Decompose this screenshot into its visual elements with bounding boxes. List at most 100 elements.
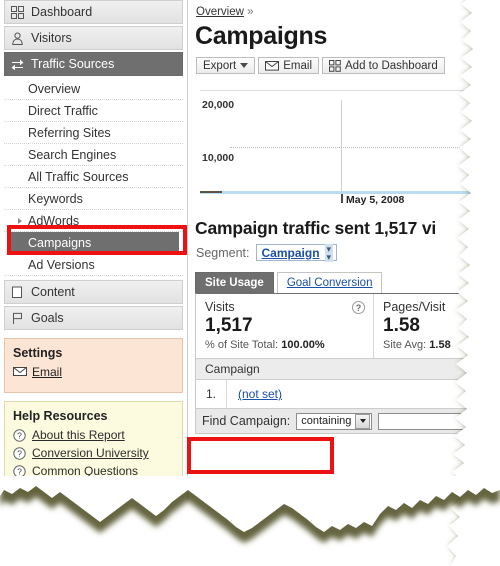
report-table-section: Site Usage Goal Conversion Visits 1,517 … [195,272,500,434]
arrows-icon [11,58,24,71]
report-tabs: Site Usage Goal Conversion [195,272,500,293]
chart-xtick-mark [341,194,343,203]
chart-axis-stub [200,191,222,193]
sidebar-item-content[interactable]: Content [4,280,183,304]
breadcrumb-link-overview[interactable]: Overview [196,6,244,18]
sidebar-item-referring-sites[interactable]: Referring Sites [4,122,183,144]
sidebar-item-ad-versions[interactable]: Ad Versions [4,254,183,276]
add-to-dashboard-button-label: Add to Dashboard [345,59,438,72]
metric-subtext-prefix: Site Avg: [383,339,430,351]
table-row-campaign: (not set) [227,387,282,401]
metric-value: 1,517 [205,315,253,336]
help-row-about-this-report[interactable]: ? About this Report [13,428,174,442]
help-row-common-questions[interactable]: ? Common Questions [13,464,174,478]
question-icon[interactable]: ? [352,301,365,314]
breadcrumb-separator: » [247,6,254,18]
sidebar-item-label: Content [31,285,75,299]
sidebar-subitem-label: Ad Versions [28,257,95,272]
page-icon [11,286,24,299]
sidebar-subitem-label: All Traffic Sources [28,169,129,184]
segment-selector-value: Campaign [261,245,320,260]
find-match-mode-select[interactable]: containing [296,412,373,430]
sidebar-item-goals[interactable]: Goals [4,306,183,330]
tab-goal-conversion[interactable]: Goal Conversion [276,272,383,293]
find-campaign-label: Find Campaign: [202,414,291,428]
settings-email-link[interactable]: Email [32,365,62,379]
help-link-conversion-university[interactable]: Conversion University [32,446,149,460]
tab-label: Goal Conversion [286,277,373,289]
sidebar-item-keywords[interactable]: Keywords [4,188,183,210]
sidebar-subitem-label: Overview [28,81,81,96]
report-toolbar: Export Email Add to Dashboard [196,57,500,74]
sidebar-item-all-traffic-sources[interactable]: All Traffic Sources [4,166,183,188]
campaign-link[interactable]: (not set) [238,387,282,401]
sidebar-item-label: Dashboard [31,5,93,19]
analytics-report-page: Dashboard Visitors Traffic Sources Overv… [0,0,500,566]
sidebar-item-visitors[interactable]: Visitors [4,26,183,50]
help-panel-title: Help Resources [13,409,108,423]
person-icon [11,32,24,45]
metric-subtext: % of Site Total: 100.00% [205,339,365,351]
metric-visits: Visits 1,517 % of Site Total: 100.00% ? [196,294,374,358]
sidebar-item-search-engines[interactable]: Search Engines [4,144,183,166]
sidebar-item-traffic-sources[interactable]: Traffic Sources [4,52,183,76]
chart-ytick-label: 20,000 [202,99,235,111]
svg-text:?: ? [17,448,22,458]
breadcrumb: Overview » [189,0,500,18]
sidebar-item-overview[interactable]: Overview [4,78,183,100]
visits-timeline-chart[interactable]: 20,000 10,000 May 5, 2008 [189,90,500,208]
chart-gridline [230,147,500,148]
sidebar-item-dashboard[interactable]: Dashboard [4,0,183,24]
table-column-header-label: Campaign [205,362,260,376]
sidebar-item-label: Traffic Sources [31,57,115,71]
question-icon: ? [13,446,26,460]
help-link-common-questions[interactable]: Common Questions [32,464,138,478]
question-glyph: ? [355,302,362,313]
metric-subtext-prefix: % of Site Total: [205,339,282,351]
help-link-about-this-report[interactable]: About this Report [32,428,125,442]
metric-subtext-value: 1.58 [429,339,451,351]
chart-ytick-label: 10,000 [202,152,235,164]
sidebar-bottom-nav: Content Goals [0,280,187,330]
table-column-header[interactable]: Campaign [196,358,499,380]
svg-text:?: ? [17,466,22,476]
metric-subtext-value: 100.00% [281,339,325,351]
export-button[interactable]: Export [196,57,256,74]
chevron-down-icon: ▾ ▾ [324,243,334,262]
add-to-dashboard-button[interactable]: Add to Dashboard [322,57,445,74]
grid-icon [11,5,24,19]
export-button-label: Export [203,59,237,72]
sidebar-item-label: Goals [31,311,64,325]
tab-label: Site Usage [205,277,264,289]
table-row-index: 1. [196,380,227,408]
flag-icon [11,312,24,325]
envelope-icon [265,60,280,71]
settings-email-row[interactable]: Email [13,365,174,379]
table-row-highlight [187,437,334,474]
question-icon: ? [13,464,26,478]
find-campaign-input[interactable] [378,412,493,430]
metric-name: Visits [205,300,235,314]
table-row: 1. (not set) [196,380,499,408]
report-table: Visits 1,517 % of Site Total: 100.00% ? … [195,293,500,434]
segment-selector[interactable]: Campaign ▾ ▾ [255,243,338,262]
svg-text:?: ? [17,430,22,440]
sidebar-subitem-label: Direct Traffic [28,103,98,118]
sidebar-subitem-label: Search Engines [28,147,117,162]
sidebar-subitem-label: Keywords [28,191,83,206]
sidebar-item-direct-traffic[interactable]: Direct Traffic [4,100,183,122]
page-title: Campaigns [195,22,328,50]
metric-value: 1.58 [383,315,420,336]
segment-label: Segment: [196,245,250,260]
metric-subtext: Site Avg: 1.58 [383,339,451,351]
sidebar-subitem-label: Referring Sites [28,125,111,140]
tab-site-usage[interactable]: Site Usage [195,272,274,293]
email-button[interactable]: Email [258,57,320,74]
help-row-conversion-university[interactable]: ? Conversion University [13,446,174,460]
email-button-label: Email [283,59,313,72]
sidebar-item-label: Visitors [31,31,72,45]
segment-row: Segment: Campaign ▾ ▾ [196,243,500,262]
chevron-down-icon [355,413,371,429]
chart-xtick-label: May 5, 2008 [346,194,405,206]
main-content: Overview » Campaigns Export Email Add to… [189,0,500,510]
